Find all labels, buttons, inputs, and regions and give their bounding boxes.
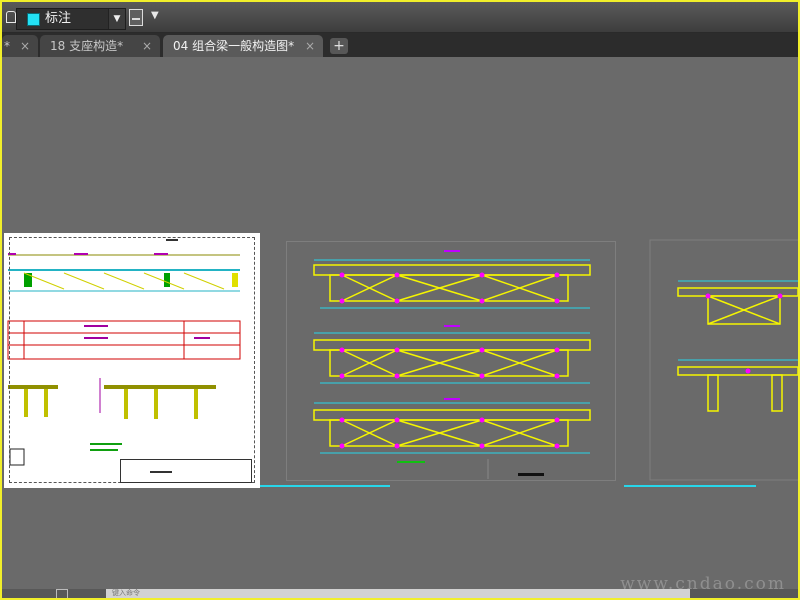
command-input[interactable]: 键入命令 bbox=[106, 589, 690, 598]
tab-label: 04 组合梁一般构造图* bbox=[173, 39, 295, 53]
layer-properties-icon[interactable] bbox=[129, 9, 143, 26]
tab-label: * bbox=[4, 39, 10, 53]
chevron-down-icon[interactable]: ▼ bbox=[108, 9, 125, 29]
tab-bearing-detail[interactable]: 18 支座构造* × bbox=[40, 35, 160, 57]
watermark: www.cndao.com bbox=[620, 574, 786, 594]
new-tab-button[interactable]: + bbox=[330, 38, 348, 54]
drawing-canvas[interactable] bbox=[2, 57, 798, 589]
tab-label: 18 支座构造* bbox=[50, 39, 124, 53]
beam-elevation-drawings bbox=[313, 239, 798, 481]
document-tab-bar: * × 18 支座构造* × 04 组合梁一般构造图* × + bbox=[2, 33, 798, 57]
command-history-icon[interactable] bbox=[56, 589, 68, 599]
layer-dropdown[interactable]: 标注 ▼ bbox=[16, 8, 126, 30]
close-icon[interactable]: × bbox=[305, 35, 315, 57]
layer-name: 标注 bbox=[45, 11, 72, 26]
close-icon[interactable]: × bbox=[20, 35, 30, 57]
girder-elevation-3 bbox=[313, 398, 591, 479]
close-icon[interactable]: × bbox=[142, 35, 152, 57]
lock-icon[interactable] bbox=[6, 11, 16, 23]
layer-toolbar: 标注 ▼ ▼ bbox=[2, 2, 798, 33]
tab-composite-beam[interactable]: 04 组合梁一般构造图* × bbox=[163, 35, 323, 57]
viewport-edge-line bbox=[260, 485, 390, 487]
color-swatch-icon bbox=[27, 13, 40, 26]
tab-previous[interactable]: * × bbox=[2, 35, 38, 57]
toolbar-menu-icon[interactable]: ▼ bbox=[151, 10, 159, 21]
viewport-edge-line bbox=[624, 485, 756, 487]
girder-elevation-1 bbox=[313, 250, 591, 309]
girder-section-right bbox=[649, 239, 798, 481]
girder-elevation-2 bbox=[313, 325, 591, 384]
